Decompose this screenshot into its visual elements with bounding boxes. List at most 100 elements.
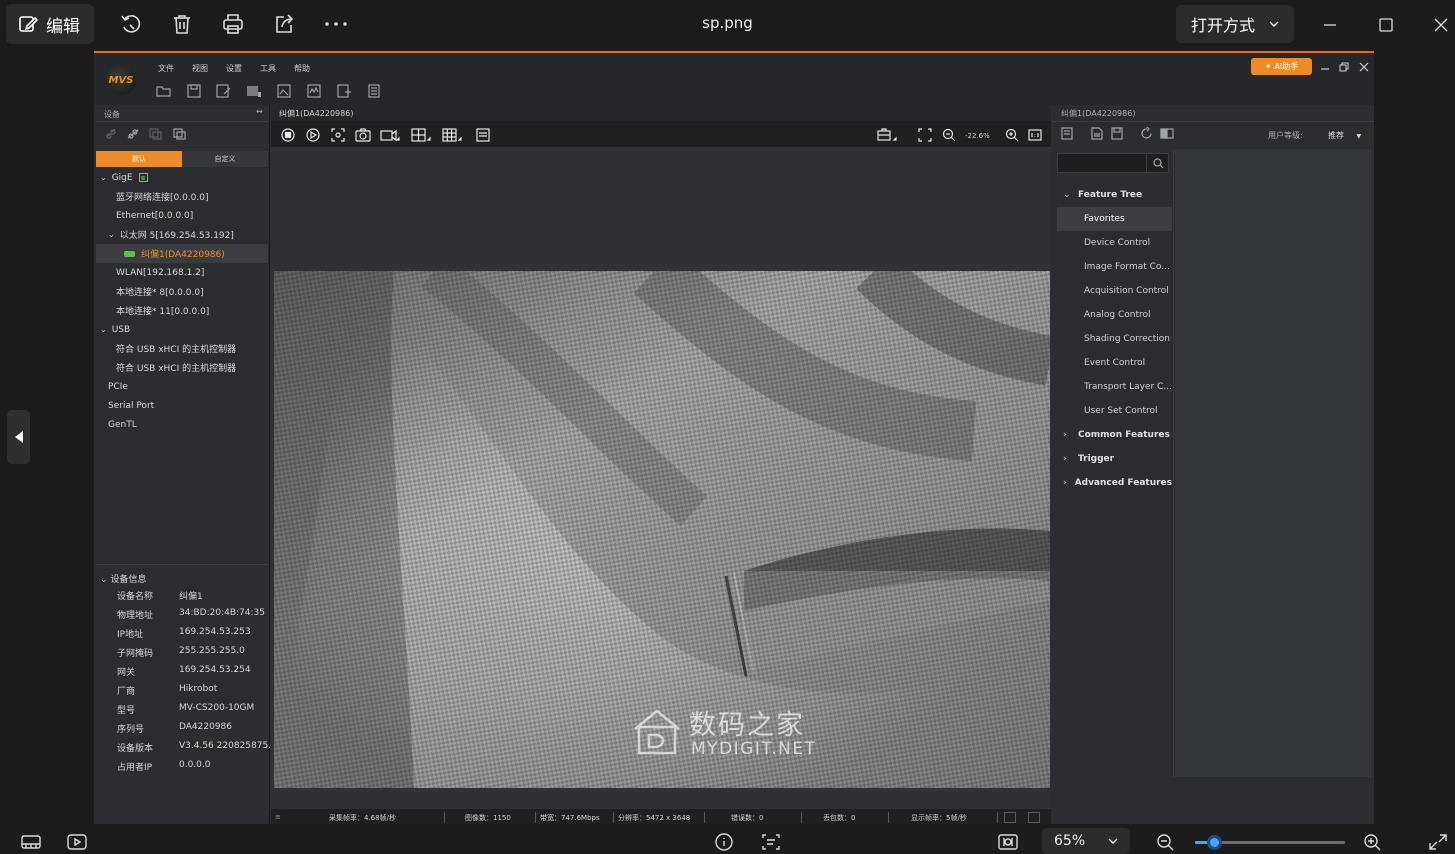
print-icon[interactable] xyxy=(221,12,247,38)
actual-size-icon[interactable] xyxy=(1027,128,1043,142)
feature-item[interactable]: Event Control xyxy=(1057,351,1172,375)
actual-size-icon[interactable] xyxy=(997,832,1019,852)
feature-panel-tab[interactable]: 纠偏1(DA4220986) xyxy=(1052,105,1374,121)
param-page-icon[interactable] xyxy=(1060,127,1074,140)
connect-icon[interactable] xyxy=(104,128,118,140)
add-device-icon[interactable] xyxy=(138,173,148,182)
info-icon[interactable] xyxy=(713,832,735,852)
status-fullscreen-icon[interactable] xyxy=(1028,812,1040,823)
device-tree-item[interactable]: 纠偏1(DA4220986) xyxy=(96,244,268,263)
chevron-right-icon[interactable]: › xyxy=(1063,478,1075,488)
zoom-out-icon[interactable] xyxy=(941,128,957,142)
feature-item[interactable]: Analog Control xyxy=(1057,303,1172,327)
toolbox-icon[interactable] xyxy=(877,128,897,142)
feature-group[interactable]: › Common Features xyxy=(1057,423,1172,447)
collapse-panel-icon[interactable]: ↔ xyxy=(256,107,263,116)
device-tree-item[interactable]: WLAN[192.168.1.2] xyxy=(96,263,268,282)
copy-icon[interactable] xyxy=(148,128,162,140)
device-tree-item[interactable]: ⌄ 以太网 5[169.254.53.192] xyxy=(96,225,268,244)
delete-icon[interactable] xyxy=(170,12,196,38)
paste-icon[interactable] xyxy=(172,128,186,140)
zoom-select[interactable]: 65% xyxy=(1042,828,1130,854)
device-tree-item[interactable]: 本地连接* 8[0.0.0.0] xyxy=(96,282,268,301)
status-layout-icon[interactable] xyxy=(1004,812,1016,823)
device-tree-item[interactable]: 符合 USB xHCI 的主机控制器 xyxy=(96,358,268,377)
device-info-header[interactable]: ⌄ 设备信息 xyxy=(100,572,146,585)
tab-custom[interactable]: 自定义 xyxy=(182,151,268,167)
zoom-slider-thumb[interactable] xyxy=(1207,835,1222,850)
device-tree-item[interactable]: GenTL xyxy=(96,415,268,434)
log-icon[interactable] xyxy=(366,84,382,98)
chevron-right-icon[interactable]: › xyxy=(1063,430,1078,440)
save-icon[interactable] xyxy=(186,84,202,98)
previous-image-button[interactable] xyxy=(7,410,30,464)
chevron-down-icon[interactable]: ⌄ xyxy=(1063,190,1078,200)
feature-item[interactable]: User Set Control xyxy=(1057,399,1172,423)
rotate-icon[interactable] xyxy=(119,12,145,38)
text-recognition-icon[interactable] xyxy=(760,832,782,852)
zoom-out-icon[interactable] xyxy=(1155,832,1177,852)
device-tree-item[interactable]: ⌄ USB xyxy=(96,320,268,339)
grid-view-icon[interactable] xyxy=(442,128,462,142)
menu-tools[interactable]: 工具 xyxy=(260,63,276,74)
fit-window-icon[interactable] xyxy=(917,128,933,142)
open-folder-icon[interactable] xyxy=(156,84,172,98)
tab-default[interactable]: 默认 xyxy=(96,151,182,167)
feature-item[interactable]: Acquisition Control xyxy=(1057,279,1172,303)
device-tree-item[interactable]: ⌄ GigE xyxy=(96,168,268,187)
export-icon[interactable] xyxy=(1110,127,1124,140)
import-icon[interactable] xyxy=(1090,127,1104,140)
zoom-in-icon[interactable] xyxy=(1004,128,1020,142)
status-menu-icon[interactable]: ≡ xyxy=(275,813,281,821)
mvs-close-button[interactable] xyxy=(1358,61,1370,73)
chevron-down-icon[interactable]: ⌄ xyxy=(108,230,115,239)
filmstrip-icon[interactable] xyxy=(20,832,42,852)
feature-group[interactable]: ⌄ Feature Tree xyxy=(1057,183,1172,207)
share-icon[interactable] xyxy=(272,12,298,38)
ai-assistant-button[interactable]: ✦ AI助手 xyxy=(1251,58,1312,75)
image-icon[interactable] xyxy=(276,84,292,98)
feature-search-input[interactable] xyxy=(1057,153,1169,173)
split-view-icon[interactable] xyxy=(411,128,431,142)
minimize-button[interactable] xyxy=(1317,12,1345,38)
menu-view[interactable]: 视图 xyxy=(192,63,208,74)
close-button[interactable] xyxy=(1428,12,1455,38)
snapshot-icon[interactable] xyxy=(355,128,371,142)
device-tree-item[interactable]: PCIe xyxy=(96,377,268,396)
refresh-icon[interactable] xyxy=(1140,127,1154,140)
device-tree-item[interactable]: 符合 USB xHCI 的主机控制器 xyxy=(96,339,268,358)
image-view-tab[interactable]: 纠偏1(DA4220986) xyxy=(271,105,1051,121)
zoom-in-icon[interactable] xyxy=(1362,832,1384,852)
fullscreen-icon[interactable] xyxy=(1427,832,1449,852)
feature-item[interactable]: Shading Correction xyxy=(1057,327,1172,351)
compare-icon[interactable] xyxy=(1160,127,1174,140)
save-as-icon[interactable] xyxy=(216,84,232,98)
chevron-down-icon[interactable]: ⌄ xyxy=(100,325,107,334)
feature-item[interactable]: Transport Layer C... xyxy=(1057,375,1172,399)
device-tree-item[interactable]: Ethernet[0.0.0.0] xyxy=(96,206,268,225)
feature-group[interactable]: › Trigger xyxy=(1057,447,1172,471)
mvs-minimize-button[interactable] xyxy=(1319,61,1331,73)
device-tree-item[interactable]: 蓝牙网络连接[0.0.0.0] xyxy=(96,187,268,206)
device-tree-item[interactable]: 本地连接* 11[0.0.0.0] xyxy=(96,301,268,320)
open-with-button[interactable]: 打开方式 xyxy=(1176,5,1294,43)
disconnect-icon[interactable] xyxy=(126,128,140,140)
stop-icon[interactable] xyxy=(280,128,296,142)
mvs-restore-button[interactable] xyxy=(1338,61,1350,73)
menu-help[interactable]: 帮助 xyxy=(294,63,310,74)
edit-button[interactable]: 编辑 xyxy=(6,4,94,44)
record-icon[interactable] xyxy=(380,128,400,142)
tool-icon[interactable] xyxy=(336,84,352,98)
chevron-down-icon[interactable]: ⌄ xyxy=(100,173,107,182)
menu-settings[interactable]: 设置 xyxy=(226,63,242,74)
property-icon[interactable] xyxy=(475,128,491,142)
device-list-icon[interactable] xyxy=(246,84,262,98)
slideshow-icon[interactable] xyxy=(66,832,88,852)
histogram-icon[interactable] xyxy=(306,84,322,98)
feature-item[interactable]: Image Format Co... xyxy=(1057,255,1172,279)
feature-item[interactable]: Device Control xyxy=(1057,231,1172,255)
feature-item[interactable]: Favorites xyxy=(1057,207,1172,231)
menu-file[interactable]: 文件 xyxy=(158,63,174,74)
maximize-button[interactable] xyxy=(1373,12,1401,38)
device-tree-item[interactable]: Serial Port xyxy=(96,396,268,415)
